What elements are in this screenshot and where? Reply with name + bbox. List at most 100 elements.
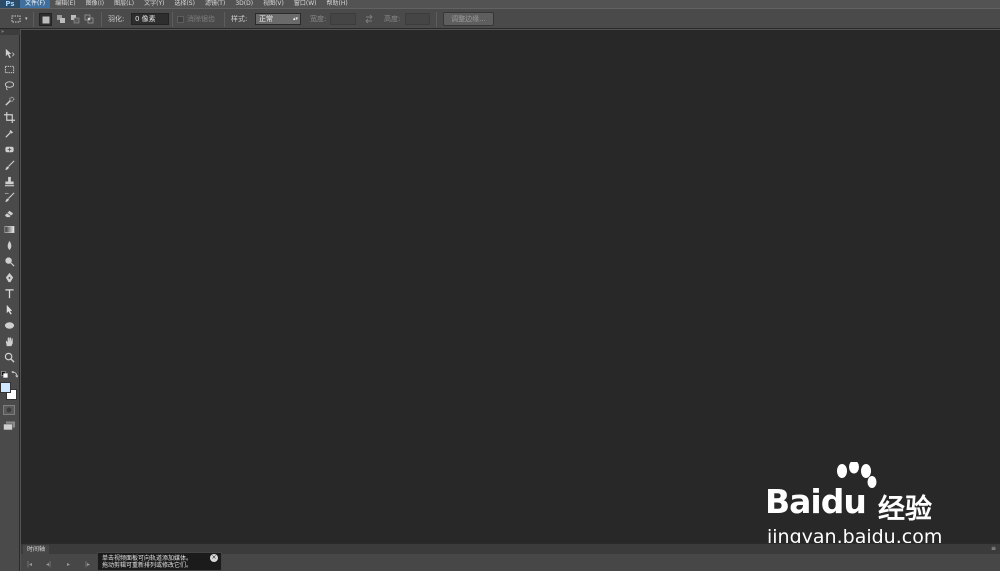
refine-edge-button[interactable]: 调整边缘... bbox=[443, 12, 494, 26]
menu-file[interactable]: 文件(F) bbox=[20, 0, 51, 8]
feather-label: 羽化: bbox=[108, 15, 125, 23]
hand-icon bbox=[5, 336, 13, 346]
lasso-tool[interactable] bbox=[2, 78, 16, 92]
ellipse-tool[interactable] bbox=[2, 318, 16, 332]
gradient-tool[interactable] bbox=[2, 222, 16, 236]
select-arrow-icon: ▴▾ bbox=[292, 16, 298, 22]
height-input[interactable] bbox=[405, 13, 430, 25]
path-selection-tool[interactable] bbox=[2, 302, 16, 316]
menu-edit[interactable]: 编辑(E) bbox=[50, 0, 80, 8]
new-selection-button[interactable] bbox=[39, 13, 52, 26]
zoom-tool[interactable] bbox=[2, 350, 16, 364]
swap-colors-icon[interactable] bbox=[11, 371, 18, 378]
width-input[interactable] bbox=[330, 13, 356, 25]
menu-select[interactable]: 选择(S) bbox=[169, 0, 200, 8]
move-icon bbox=[5, 48, 15, 58]
antialias-label: 消除锯齿 bbox=[187, 15, 215, 23]
play-icon[interactable]: ▸ bbox=[67, 561, 70, 568]
new-selection-icon bbox=[42, 16, 50, 24]
pen-icon bbox=[5, 272, 13, 282]
tools-panel: » bbox=[0, 29, 20, 571]
rectangular-marquee-tool[interactable] bbox=[2, 62, 16, 76]
history-brush-icon bbox=[4, 192, 14, 202]
height-label: 高度: bbox=[384, 15, 401, 23]
rectangular-marquee-icon bbox=[4, 65, 14, 73]
previous-frame-icon[interactable]: ◂| bbox=[46, 561, 51, 568]
menu-filter[interactable]: 滤镜(T) bbox=[200, 0, 230, 8]
menu-layer[interactable]: 图层(L) bbox=[109, 0, 139, 8]
intersect-selection-icon[interactable] bbox=[84, 14, 94, 24]
next-frame-icon[interactable]: |▸ bbox=[85, 561, 90, 568]
tooltip-line-1: 单击视频面板可向轨道添加媒体。 bbox=[102, 555, 193, 562]
clone-stamp-tool[interactable] bbox=[2, 174, 16, 188]
menu-3d[interactable]: 3D(D) bbox=[230, 0, 258, 8]
divider bbox=[436, 12, 437, 27]
watermark-brand-cn: 经验 bbox=[878, 494, 932, 525]
timeline-hint-tooltip: 单击视频面板可向轨道添加媒体。 拖动剪辑可重新排列或修改它们。 × bbox=[97, 552, 222, 571]
quick-selection-icon bbox=[4, 96, 14, 106]
eyedropper-tool[interactable] bbox=[2, 126, 16, 140]
pen-tool[interactable] bbox=[2, 270, 16, 284]
quick-selection-tool[interactable] bbox=[2, 94, 16, 108]
tooltip-line-2: 拖动剪辑可重新排列或修改它们。 bbox=[102, 562, 193, 569]
marquee-preset-icon[interactable] bbox=[11, 14, 21, 24]
blur-tool[interactable] bbox=[2, 238, 16, 252]
dodge-icon bbox=[4, 256, 15, 267]
add-to-selection-icon[interactable] bbox=[56, 14, 66, 24]
style-value: 正常 bbox=[259, 15, 273, 23]
blur-icon bbox=[7, 240, 11, 250]
menu-type[interactable]: 文字(Y) bbox=[139, 0, 169, 8]
divider bbox=[101, 12, 102, 27]
watermark-brand-du: du bbox=[820, 482, 867, 521]
divider bbox=[172, 12, 173, 27]
tab-timeline[interactable]: 时间轴 bbox=[23, 545, 50, 554]
divider bbox=[224, 12, 225, 27]
feather-input[interactable]: 0 像素 bbox=[131, 13, 169, 25]
path-selection-icon bbox=[6, 304, 12, 315]
dodge-tool[interactable] bbox=[2, 254, 16, 268]
crop-icon bbox=[3, 111, 15, 123]
history-brush-tool[interactable] bbox=[2, 190, 16, 204]
photoshop-logo: Ps bbox=[0, 0, 20, 8]
menu-bar: Ps 文件(F) 编辑(E) 图像(I) 图层(L) 文字(Y) 选择(S) 滤… bbox=[0, 0, 1000, 8]
move-tool[interactable] bbox=[2, 46, 16, 60]
close-icon[interactable]: × bbox=[210, 554, 218, 562]
foreground-color-swatch[interactable] bbox=[0, 382, 11, 393]
eraser-tool[interactable] bbox=[2, 206, 16, 220]
ellipse-icon bbox=[4, 321, 14, 329]
clone-stamp-icon bbox=[4, 176, 14, 186]
divider bbox=[33, 12, 34, 27]
go-to-first-frame-icon[interactable]: |◂ bbox=[27, 561, 32, 568]
antialias-checkbox[interactable] bbox=[177, 16, 184, 23]
watermark-brand: Baidu bbox=[765, 482, 867, 521]
menu-window[interactable]: 窗口(W) bbox=[289, 0, 322, 8]
type-tool[interactable] bbox=[2, 286, 16, 300]
menu-image[interactable]: 图像(I) bbox=[81, 0, 109, 8]
swap-width-height-icon[interactable] bbox=[364, 14, 374, 24]
spot-healing-tool[interactable] bbox=[2, 142, 16, 156]
collapse-grip-icon[interactable]: » bbox=[0, 29, 20, 35]
style-label: 样式: bbox=[231, 15, 248, 23]
default-colors-icon[interactable] bbox=[1, 371, 8, 378]
eyedropper-icon bbox=[4, 129, 13, 138]
brush-icon bbox=[4, 160, 14, 170]
hand-tool[interactable] bbox=[2, 334, 16, 348]
eraser-icon bbox=[4, 210, 13, 217]
brush-tool[interactable] bbox=[2, 158, 16, 172]
lasso-icon bbox=[4, 80, 14, 90]
style-select[interactable]: 正常 ▴▾ bbox=[255, 13, 301, 25]
spot-healing-icon bbox=[4, 146, 14, 152]
options-bar: ▾ 羽化: 0 像素 消除锯齿 样式: 正常 ▴▾ 宽度: 高度: 调整边缘..… bbox=[0, 8, 1000, 29]
screen-mode-icon[interactable] bbox=[3, 421, 16, 431]
subtract-from-selection-icon[interactable] bbox=[70, 14, 80, 24]
panel-menu-icon[interactable]: ≡ bbox=[991, 544, 996, 554]
type-icon bbox=[4, 288, 14, 298]
menu-view[interactable]: 视图(V) bbox=[258, 0, 289, 8]
zoom-icon bbox=[4, 352, 15, 363]
width-label: 宽度: bbox=[310, 15, 327, 23]
crop-tool[interactable] bbox=[2, 110, 16, 124]
menu-help[interactable]: 帮助(H) bbox=[322, 0, 353, 8]
watermark-brand-bai: Bai bbox=[765, 482, 822, 521]
preset-dropdown-arrow-icon[interactable]: ▾ bbox=[25, 13, 28, 25]
quick-mask-icon[interactable] bbox=[3, 405, 15, 415]
